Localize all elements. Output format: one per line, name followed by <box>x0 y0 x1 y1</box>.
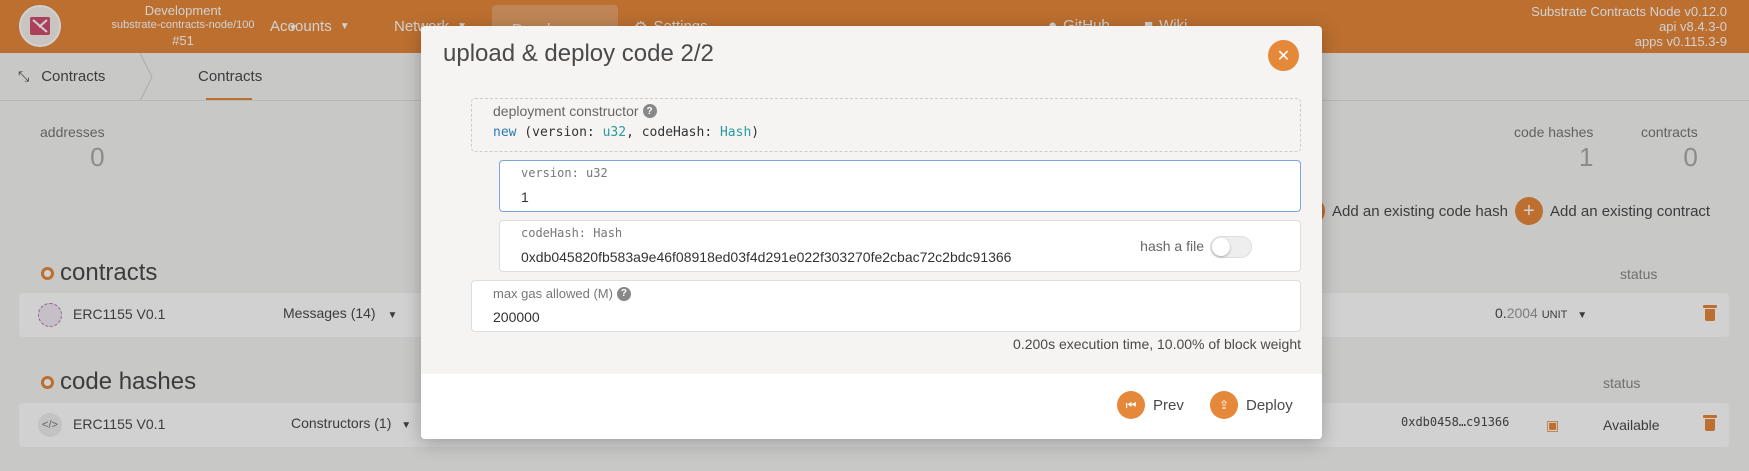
sig-part: ) <box>751 125 760 140</box>
hash-file-label: hash a file <box>1140 238 1204 254</box>
constructor-signature: new (version: u32, codeHash: Hash) <box>493 125 759 140</box>
constructor-label: deployment constructor ? <box>493 103 657 119</box>
skip-back-icon: ⏮ <box>1117 391 1145 419</box>
prev-label: Prev <box>1153 396 1184 414</box>
modal-title: upload & deploy code 2/2 <box>443 40 714 67</box>
deploy-modal: upload & deploy code 2/2 ✕ deployment co… <box>421 26 1322 439</box>
codehash-field[interactable]: codeHash: Hash 0xdb045820fb583a9e46f0891… <box>499 220 1301 272</box>
modal-footer: ⏮ Prev ⇪ Deploy <box>421 374 1322 439</box>
sig-keyword: new <box>493 125 517 140</box>
sig-type: u32 <box>602 125 627 140</box>
codehash-label: codeHash: Hash <box>521 226 623 240</box>
max-gas-field[interactable]: max gas allowed (M) ? 200000 <box>471 280 1301 332</box>
constructor-selector[interactable]: deployment constructor ? new (version: u… <box>471 98 1301 152</box>
version-field[interactable]: version: u32 1 <box>499 160 1301 212</box>
codehash-value: 0xdb045820fb583a9e46f08918ed03f4d291e022… <box>521 249 1012 265</box>
deploy-button[interactable]: ⇪ Deploy <box>1210 391 1293 419</box>
help-icon[interactable]: ? <box>642 104 657 118</box>
sig-type: Hash <box>719 125 752 140</box>
version-value: 1 <box>521 189 529 205</box>
execution-info: 0.200s execution time, 10.00% of block w… <box>1013 336 1301 352</box>
hash-file-toggle[interactable] <box>1210 236 1252 258</box>
toggle-knob <box>1212 238 1230 256</box>
deploy-label: Deploy <box>1246 396 1293 414</box>
close-button[interactable]: ✕ <box>1268 40 1299 71</box>
help-icon[interactable]: ? <box>616 286 631 301</box>
version-label: version: u32 <box>521 166 608 180</box>
prev-button[interactable]: ⏮ Prev <box>1117 391 1184 419</box>
max-gas-label-text: max gas allowed (M) <box>493 286 613 301</box>
constructor-label-text: deployment constructor <box>493 103 639 119</box>
sig-part: (version: <box>516 125 603 140</box>
max-gas-value: 200000 <box>493 309 540 325</box>
close-icon: ✕ <box>1276 47 1291 65</box>
sig-part: , codeHash: <box>626 125 720 140</box>
max-gas-label: max gas allowed (M) ? <box>493 286 631 301</box>
upload-icon: ⇪ <box>1210 391 1238 419</box>
